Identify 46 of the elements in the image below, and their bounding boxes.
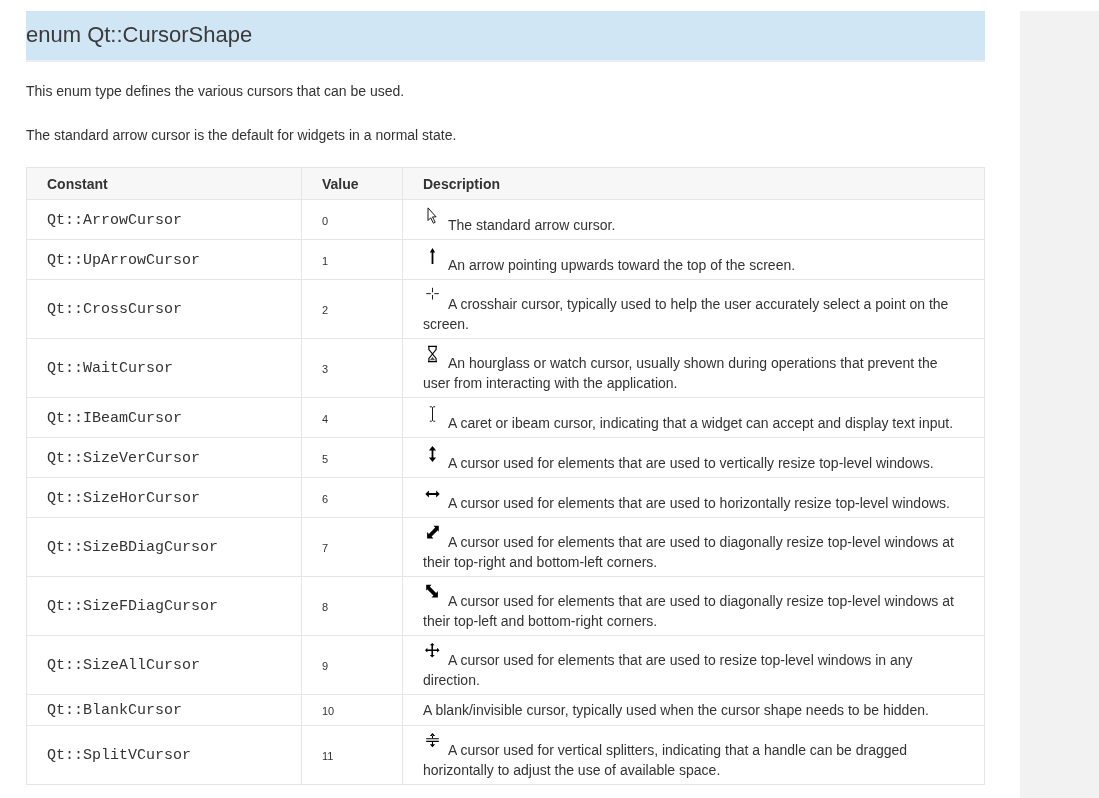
constant-name: Qt::SizeFDiagCursor — [47, 598, 219, 615]
paragraph: The standard arrow cursor is the default for widgets in a normal state. — [26, 126, 458, 144]
split-arrows-icon — [425, 732, 440, 750]
description-text: A cursor used for vertical splitters, indicating that a handle can be dragged horizontally to adjust the use of available space. — [423, 742, 908, 778]
column-header: Constant — [26, 167, 302, 200]
constant-name: Qt::SplitVCursor — [47, 747, 192, 764]
description-text: An hourglass or watch cursor, usually shown during operations that prevent the user from interacting with the application. — [423, 355, 938, 391]
description-text: A cursor used for elements that are used to horizontally resize top-level windows. — [448, 494, 950, 511]
column-header: Description — [402, 167, 985, 200]
enum-value: 3 — [322, 363, 329, 375]
enum-value: 4 — [322, 412, 329, 425]
constant-name: Qt::UpArrowCursor — [47, 251, 201, 269]
enum-value: 10 — [322, 705, 335, 717]
column-header: Value — [301, 167, 403, 200]
constant-name: Qt::CrossCursor — [47, 301, 183, 318]
constant-name: Qt::ArrowCursor — [47, 211, 183, 229]
section-heading: enum Qt::CursorShape — [26, 11, 985, 62]
enum-value: 5 — [322, 452, 329, 465]
description-text: A cursor used for elements that are used to resize top-level windows in any direction. — [423, 652, 913, 688]
description-text: A crosshair cursor, typically used to help the user accurately select a point on the screen. — [423, 296, 949, 332]
constant-name: Qt::SizeHorCursor — [47, 489, 201, 507]
constant-name: Qt::BlankCursor — [47, 702, 183, 719]
enum-value: 6 — [322, 492, 329, 505]
enum-value: 8 — [322, 601, 329, 613]
arrow-cursor-icon — [425, 206, 440, 225]
description-text: A blank/invisible cursor, typically used when the cursor shape needs to be hidden. — [423, 702, 929, 718]
enum-value: 1 — [322, 254, 329, 267]
description-text: A caret or ibeam cursor, indicating that a widget can accept and display text input. — [448, 414, 954, 431]
enum-value: 11 — [322, 750, 334, 762]
enum-value: 7 — [322, 542, 329, 554]
paragraph: This enum type defines the various cursors that can be used. — [26, 82, 406, 100]
description-text: A cursor used for elements that are used to diagonally resize top-level windows at their top-left and bottom-right corners. — [423, 593, 954, 629]
description-text: A cursor used for elements that are used to vertically resize top-level windows. — [448, 454, 934, 471]
constant-name: Qt::IBeamCursor — [47, 409, 183, 427]
move-arrows-icon — [425, 642, 440, 660]
hourglass-icon — [425, 345, 440, 363]
constant-name: Qt::WaitCursor — [47, 360, 174, 377]
constant-name: Qt::SizeVerCursor — [47, 449, 201, 467]
enum-value: 0 — [322, 214, 329, 227]
description-text: The standard arrow cursor. — [448, 216, 616, 233]
enum-value: 2 — [322, 304, 329, 316]
description-text: An arrow pointing upwards toward the top of the screen. — [448, 256, 796, 273]
constant-name: Qt::SizeAllCursor — [47, 657, 201, 674]
description-text: A cursor used for elements that are used to diagonally resize top-level windows at their top-right and bottom-left corners. — [423, 534, 954, 570]
enum-value: 9 — [322, 660, 329, 672]
constant-name: Qt::SizeBDiagCursor — [47, 539, 219, 556]
